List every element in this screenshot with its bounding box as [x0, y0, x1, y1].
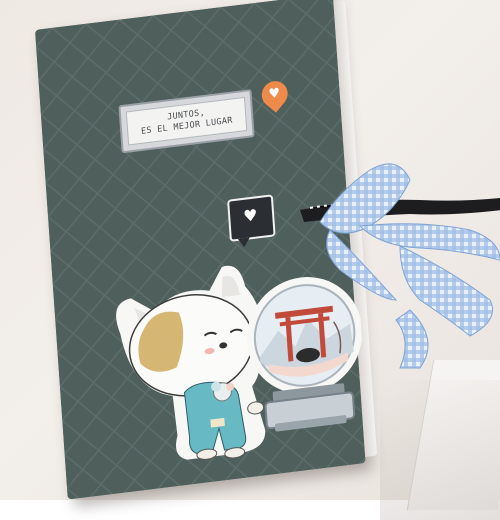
- heart-icon: ♥: [267, 85, 281, 103]
- title-label-inner: JUNTOS, ES EL MEJOR LUGAR: [125, 96, 248, 146]
- black-heart-bubble-icon: ♥: [227, 194, 276, 242]
- photo-scene: JUNTOS, ES EL MEJOR LUGAR ♥ ♥: [0, 0, 500, 520]
- floor-shadow: [380, 380, 500, 520]
- heart-icon: ♥: [242, 205, 259, 227]
- gingham-ribbon-bow: [300, 163, 500, 369]
